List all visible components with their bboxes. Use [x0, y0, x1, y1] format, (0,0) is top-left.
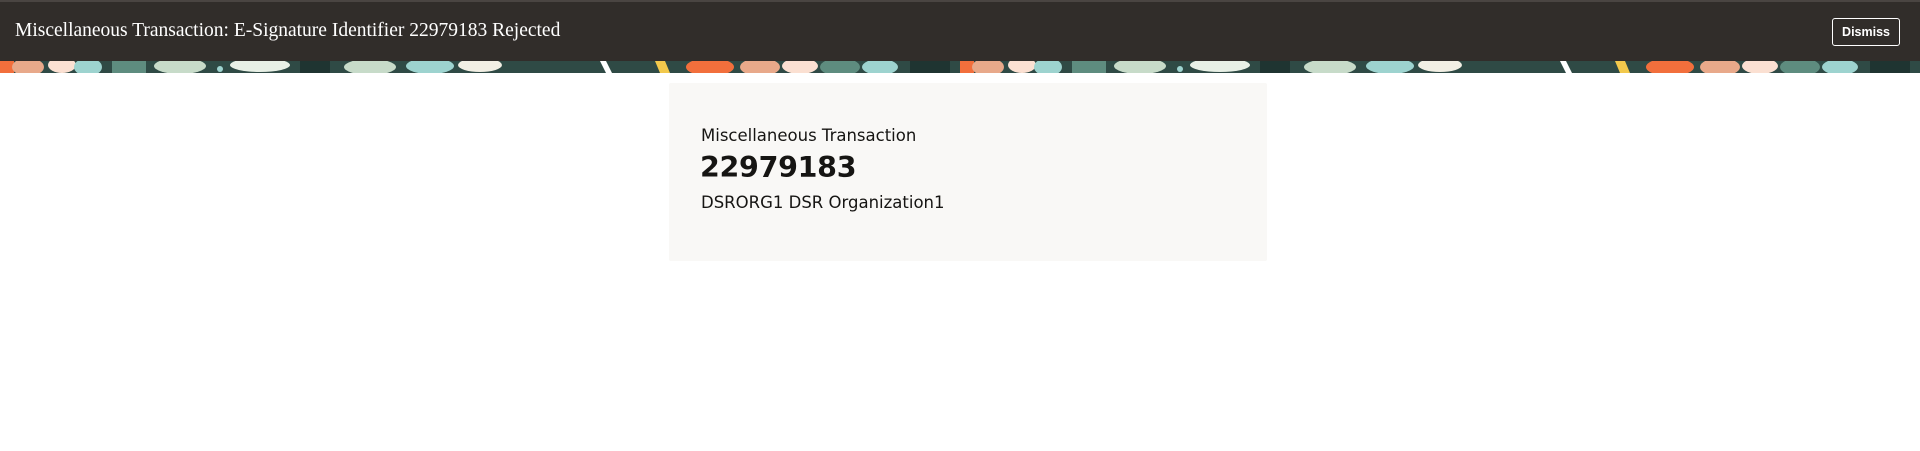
transaction-type-label: Miscellaneous Transaction: [701, 126, 917, 145]
notification-title: Miscellaneous Transaction: E-Signature I…: [15, 20, 561, 41]
organization-label: DSRORG1 DSR Organization1: [701, 193, 945, 212]
notification-header: Miscellaneous Transaction: E-Signature I…: [0, 0, 1920, 61]
banner-pattern: [0, 61, 1920, 73]
transaction-identifier: 22979183: [700, 151, 857, 184]
decorative-banner: [0, 61, 1920, 73]
dismiss-button[interactable]: Dismiss: [1832, 18, 1900, 46]
transaction-card: Miscellaneous Transaction 22979183 DSROR…: [669, 83, 1267, 261]
